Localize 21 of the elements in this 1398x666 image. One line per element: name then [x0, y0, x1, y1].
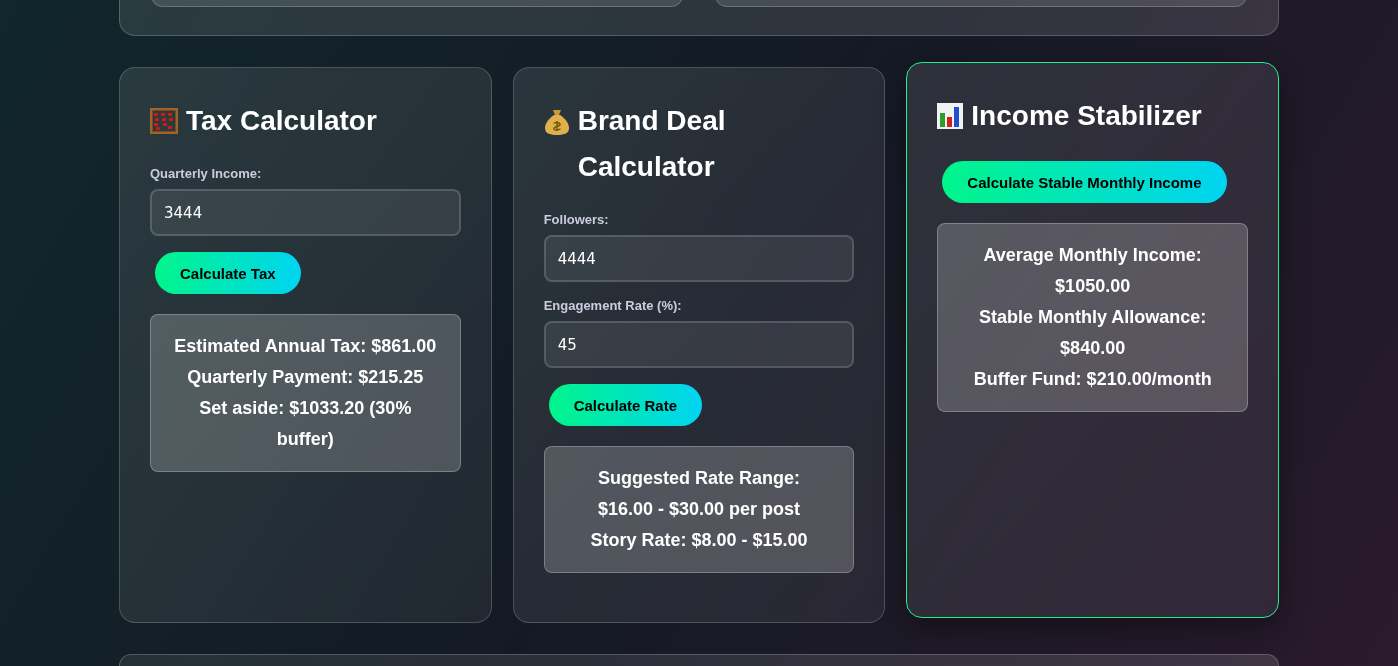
result-text: Buffer Fund: $210.00/month: [972, 368, 1213, 391]
result-text: Suggested Rate Range:: [596, 467, 801, 490]
field-label: Followers:: [543, 212, 610, 227]
calculate-button[interactable]: Calculate Stable Monthly Income: [942, 161, 1227, 203]
calculate-button[interactable]: Calculate Tax: [155, 252, 301, 294]
abacus-icon: [150, 108, 178, 134]
field-label: Engagement Rate (%):: [543, 298, 683, 313]
result-text: Estimated Annual Tax: $861.00: [173, 335, 438, 358]
bar-chart-icon: [937, 103, 964, 129]
card-title: Income Stabilizer: [971, 99, 1202, 133]
card-title: Brand Deal Calculator: [577, 104, 727, 184]
result-text: $16.00 - $30.00 per post: [596, 498, 802, 521]
calculate-button[interactable]: Calculate Rate: [548, 384, 703, 426]
result-text: Quarterly Payment: $215.25: [186, 366, 425, 389]
field-label: Quarterly Income:: [150, 166, 263, 181]
result-text: Stable Monthly Allowance: $840.00: [977, 306, 1208, 360]
result-text: Set aside: $1033.20 (30% buffer): [198, 397, 413, 451]
result-text: Story Rate: $8.00 - $15.00: [589, 529, 809, 552]
money-bag-icon: [543, 108, 570, 136]
card-title: Tax Calculator: [186, 104, 377, 138]
result-text: Average Monthly Income: $1050.00: [982, 244, 1203, 298]
